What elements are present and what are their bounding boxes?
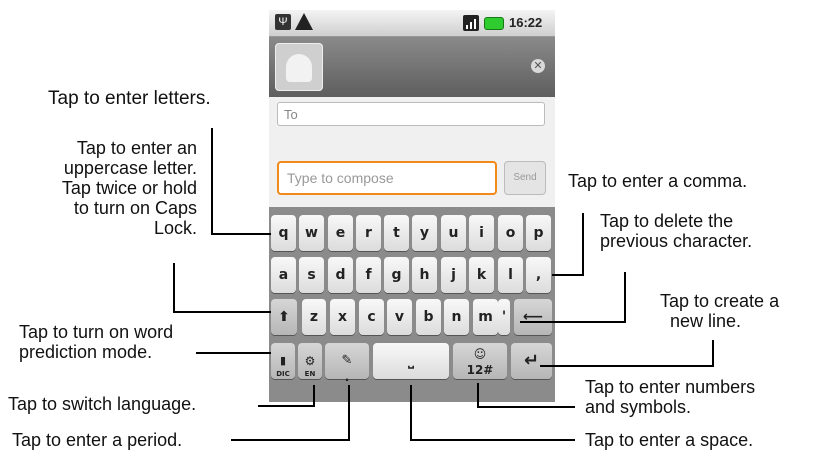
callout-newline: Tap to create a new line. [660, 291, 780, 331]
callout-period: Tap to enter a period. [12, 430, 183, 450]
line-period [231, 385, 350, 441]
callout-comma: Tap to enter a comma. [568, 171, 748, 191]
callout-delete: Tap to delete the previous character. [600, 211, 753, 251]
line-newline [540, 340, 714, 367]
line-comma [552, 213, 584, 276]
line-language [258, 385, 315, 407]
line-letters [211, 128, 271, 235]
callout-uppercase: Tap to enter an uppercase letter. Tap tw… [61, 138, 197, 238]
line-space [410, 385, 575, 441]
line-delete [520, 272, 626, 323]
callout-space: Tap to enter a space. [585, 430, 754, 450]
callout-language: Tap to switch language. [8, 394, 197, 414]
line-numbers [477, 383, 575, 408]
callout-numbers: Tap to enter numbers and symbols. [585, 377, 756, 417]
callout-prediction: Tap to turn on word prediction mode. [19, 322, 174, 362]
line-uppercase [173, 263, 271, 313]
callout-letters: Tap to enter letters. [48, 88, 211, 109]
